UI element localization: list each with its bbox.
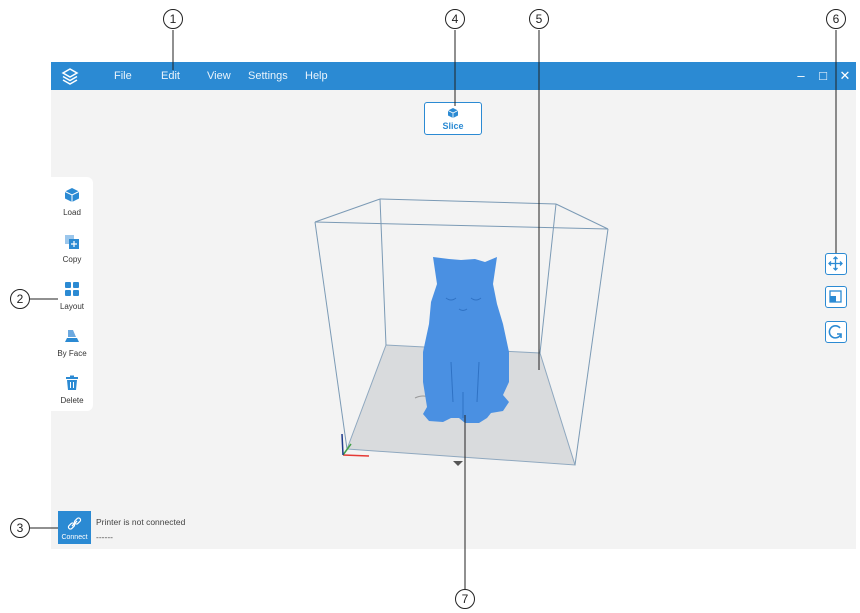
callout-1: 1 [163,9,183,29]
callout-3: 3 [10,518,30,538]
callout-7: 7 [455,589,475,609]
callout-lines [30,30,837,589]
callout-5: 5 [529,9,549,29]
callout-4: 4 [445,9,465,29]
callout-2: 2 [10,289,30,309]
callout-6: 6 [826,9,846,29]
